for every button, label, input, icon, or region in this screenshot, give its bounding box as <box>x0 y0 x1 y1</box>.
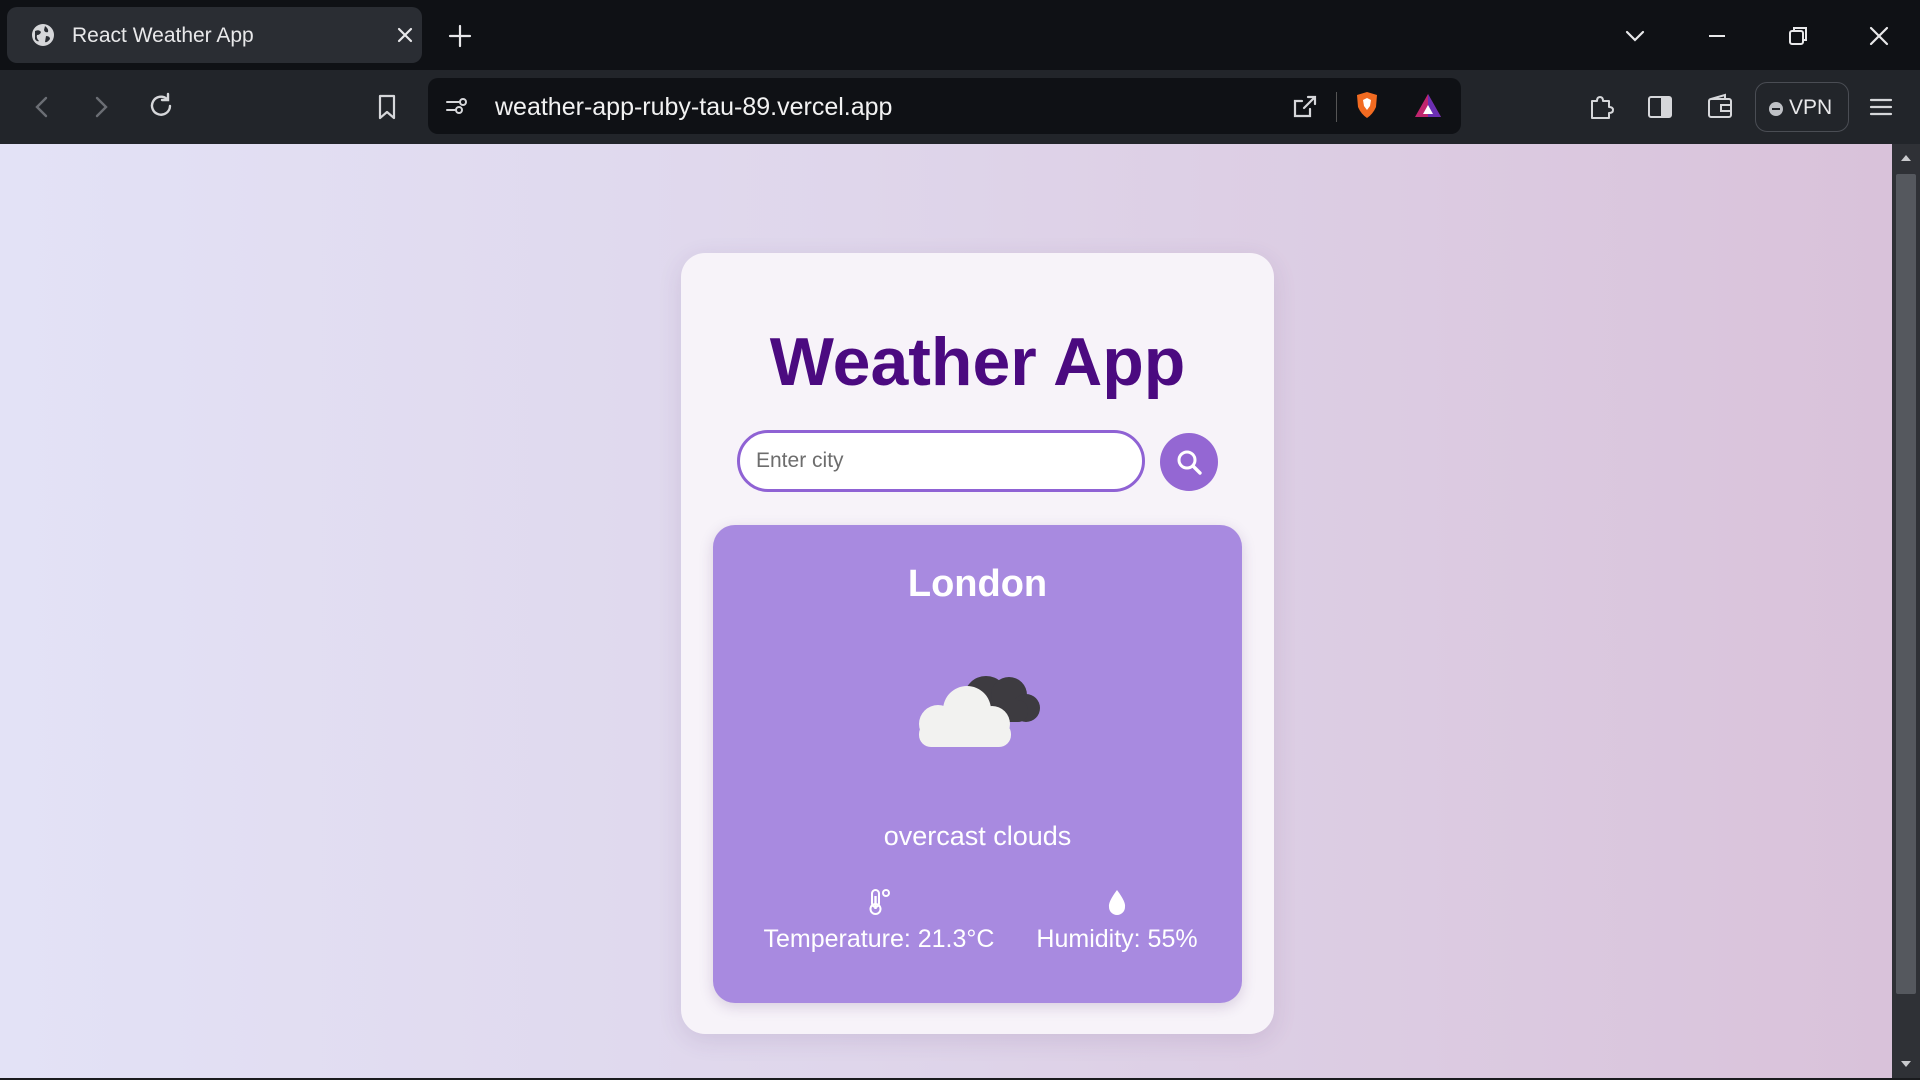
sidebar-toggle-icon[interactable] <box>1645 92 1675 122</box>
search-icon <box>1177 450 1202 475</box>
temperature-stat: Temperature: 21.3°C <box>759 887 999 954</box>
temperature-text: Temperature: 21.3°C <box>763 925 995 953</box>
wallet-icon[interactable] <box>1705 92 1735 122</box>
back-arrow-icon[interactable] <box>27 92 57 122</box>
weather-condition: overcast clouds <box>883 821 1072 851</box>
new-tab-plus-icon[interactable] <box>446 22 474 50</box>
scroll-up-arrow-icon[interactable] <box>1898 150 1914 166</box>
app-title: Weather App <box>769 324 1186 400</box>
forward-arrow-icon[interactable] <box>86 92 116 122</box>
minimize-icon[interactable] <box>1703 22 1731 50</box>
reload-icon[interactable] <box>146 91 176 121</box>
humidity-text: Humidity: 55% <box>1036 925 1198 953</box>
page-viewport: Weather App London overcast <box>0 144 1892 1080</box>
tab-bar: React Weather App <box>0 0 1920 70</box>
brave-rewards-icon[interactable] <box>1413 91 1443 121</box>
bookmark-icon[interactable] <box>372 92 402 122</box>
url-divider <box>1336 92 1337 122</box>
window-close-icon[interactable] <box>1865 22 1893 50</box>
search-button[interactable] <box>1160 433 1218 491</box>
share-icon[interactable] <box>1290 91 1320 121</box>
brave-shields-icon[interactable] <box>1352 90 1382 120</box>
globe-icon <box>32 24 54 46</box>
scrollbar-thumb[interactable] <box>1896 174 1916 994</box>
vpn-button[interactable]: VPN <box>1755 82 1849 132</box>
browser-toolbar: weather-app-ruby-tau-89.vercel.app VPN <box>0 70 1920 144</box>
vertical-scrollbar[interactable] <box>1892 144 1920 1080</box>
site-settings-icon[interactable] <box>442 91 472 121</box>
overcast-clouds-icon <box>919 676 1040 747</box>
weather-app-card: Weather App London overcast <box>681 253 1274 1034</box>
extensions-puzzle-icon[interactable] <box>1586 92 1616 122</box>
scroll-down-arrow-icon[interactable] <box>1898 1056 1914 1072</box>
water-drop-icon <box>1108 890 1126 915</box>
menu-hamburger-icon[interactable] <box>1866 92 1896 122</box>
vpn-label: VPN <box>1789 96 1833 119</box>
humidity-stat: Humidity: 55% <box>1017 887 1217 954</box>
address-bar[interactable]: weather-app-ruby-tau-89.vercel.app <box>428 78 1461 134</box>
city-search-input[interactable] <box>737 430 1145 492</box>
restore-icon[interactable] <box>1784 22 1812 50</box>
tab-list-chevron-down-icon[interactable] <box>1621 22 1649 50</box>
url-text[interactable]: weather-app-ruby-tau-89.vercel.app <box>495 93 892 122</box>
tab-title: React Weather App <box>72 24 254 47</box>
city-name: London <box>907 563 1048 605</box>
close-icon[interactable] <box>393 23 417 47</box>
active-tab[interactable]: React Weather App <box>7 7 422 63</box>
vpn-status-icon <box>1769 102 1783 116</box>
weather-result-panel: London overcast clouds Temperature: 21.3… <box>713 525 1242 1003</box>
thermometer-icon <box>869 889 890 915</box>
